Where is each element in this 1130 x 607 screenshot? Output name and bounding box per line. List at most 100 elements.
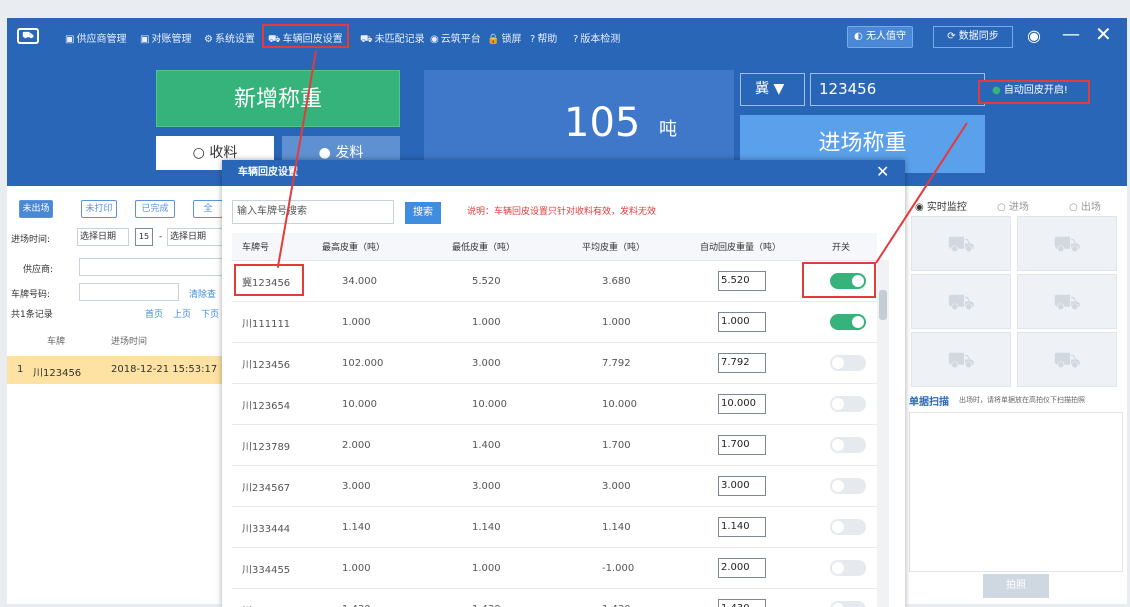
- table-row: 川234567 3.000 3.000 3.000 3.000: [232, 466, 877, 507]
- menu-lock[interactable]: 🔒 锁屏: [487, 30, 521, 45]
- auto-tare-status: ● 自动回皮开启!: [978, 80, 1090, 104]
- first-page-link[interactable]: 首页: [145, 307, 163, 320]
- user-icon[interactable]: ◉: [1027, 26, 1041, 45]
- cell-max: 2.000: [342, 439, 371, 451]
- highlight-box-plate: [234, 264, 304, 296]
- auto-tare-input[interactable]: 3.000: [718, 476, 766, 496]
- auto-tare-input[interactable]: 5.520: [718, 271, 766, 291]
- date-from-input[interactable]: 选择日期: [77, 228, 129, 246]
- record-list-panel: 未出场 未打印 已完成 全 进场时间: 选择日期 15 - 选择日期 供应商: …: [7, 186, 232, 604]
- camera-icon: ⛟: [911, 216, 1011, 271]
- menu-label: 云筑平台: [440, 34, 481, 45]
- plate-input[interactable]: 123456: [810, 73, 985, 106]
- tare-switch[interactable]: [830, 396, 866, 412]
- chevron-down-icon: ▼: [773, 81, 785, 97]
- time-label: 进场时间:: [11, 235, 51, 245]
- cell-avg: 1.140: [602, 521, 631, 533]
- shoot-button[interactable]: 拍照: [983, 574, 1049, 598]
- table-row: 川123654 10.000 10.000 10.000 10.000: [232, 384, 877, 425]
- cell-min: 3.000: [472, 357, 501, 369]
- auto-tare-input[interactable]: 2.000: [718, 558, 766, 578]
- auto-tare-input[interactable]: 1.700: [718, 435, 766, 455]
- table-row: 川123456 102.000 3.000 7.792 7.792: [232, 343, 877, 384]
- cell-avg: -1.000: [602, 562, 635, 574]
- tare-switch[interactable]: [830, 601, 866, 607]
- date-to-input[interactable]: 选择日期: [167, 228, 227, 246]
- table-row: 川343434 1.430 1.430 1.430 1.430: [232, 589, 877, 607]
- tare-switch[interactable]: [830, 437, 866, 453]
- tare-switch[interactable]: [830, 314, 866, 330]
- clear-link[interactable]: 清除查: [189, 287, 216, 300]
- plate-filter-input[interactable]: [79, 283, 179, 301]
- menu-reconcile[interactable]: ▣ 对账管理: [140, 30, 191, 45]
- cell-plate: 川333444: [242, 523, 291, 535]
- tab-unprinted[interactable]: 未打印: [81, 200, 117, 218]
- cell-max: 1.000: [342, 316, 371, 328]
- reconcile-icon: ▣: [140, 34, 150, 45]
- cell-avg: 3.000: [602, 480, 631, 492]
- close-icon[interactable]: ✕: [1095, 22, 1112, 46]
- menu-version[interactable]: ? 版本检测: [573, 30, 620, 45]
- cell-max: 1.000: [342, 562, 371, 574]
- close-icon[interactable]: ✕: [876, 162, 889, 181]
- tab-all[interactable]: 全: [193, 200, 223, 218]
- tab-completed[interactable]: 已完成: [135, 200, 175, 218]
- highlight-box-switch: [802, 262, 876, 298]
- radio-exit[interactable]: ○ 出场: [1069, 198, 1101, 213]
- cell-plate: 川111111: [242, 318, 291, 330]
- scrollbar[interactable]: [877, 260, 889, 607]
- cell-min: 1.430: [472, 589, 501, 607]
- tare-switch[interactable]: [830, 355, 866, 371]
- plate-label: 车牌号码:: [11, 290, 51, 300]
- table-row: 川123789 2.000 1.400 1.700 1.700: [232, 425, 877, 466]
- province-value: 冀: [755, 81, 769, 97]
- auto-tare-input[interactable]: 1.140: [718, 517, 766, 537]
- menu-label: 未匹配记录: [374, 34, 425, 45]
- auto-tare-input[interactable]: 1.000: [718, 312, 766, 332]
- supplier-icon: ▣: [65, 34, 75, 45]
- unattended-button[interactable]: ◐ 无人值守: [847, 26, 913, 48]
- radio-enter[interactable]: ○ 进场: [997, 198, 1029, 213]
- menu-supplier[interactable]: ▣ 供应商管理: [65, 30, 126, 45]
- province-select[interactable]: 冀 ▼: [740, 73, 805, 106]
- radio-label: 出场: [1080, 202, 1101, 213]
- title-bar: ⛟ ▣ 供应商管理 ▣ 对账管理 ⚙ 系统设置 ⛟ 车辆回皮设置 ⛟ 未匹配记录 ◉ 云筑平…: [7, 18, 1127, 60]
- auto-tare-input[interactable]: 7.792: [718, 353, 766, 373]
- minimize-icon[interactable]: —: [1062, 24, 1080, 45]
- check-icon: ●: [992, 85, 1001, 96]
- dialog-note: 说明：车辆回皮设置只针对收料有效，发料无效: [467, 207, 657, 217]
- auto-tare-input[interactable]: 10.000: [718, 394, 766, 414]
- search-button[interactable]: 搜索: [405, 202, 441, 224]
- switch-knob: [832, 562, 844, 574]
- cell-max: 1.140: [342, 521, 371, 533]
- scrollbar-thumb[interactable]: [879, 290, 887, 320]
- tare-switch[interactable]: [830, 519, 866, 535]
- radio-realtime[interactable]: ◉ 实时监控: [915, 198, 967, 213]
- calendar-icon[interactable]: 15: [135, 228, 153, 246]
- date-separator: -: [159, 232, 163, 242]
- tare-switch[interactable]: [830, 478, 866, 494]
- search-input[interactable]: 输入车牌号搜索: [232, 200, 394, 224]
- cell-plate: 川123789: [242, 441, 291, 453]
- table-row[interactable]: 1 川123456 2018-12-21 15:53:17: [7, 356, 232, 384]
- menu-vehicle-tare[interactable]: ⛟ 车辆回皮设置: [262, 24, 349, 48]
- cell-plate: 川123654: [242, 400, 291, 412]
- tab-not-exited[interactable]: 未出场: [19, 200, 53, 218]
- supplier-label: 供应商:: [23, 265, 54, 275]
- weight-value: 105: [564, 100, 641, 146]
- table-row: 川333444 1.140 1.140 1.140 1.140: [232, 507, 877, 548]
- next-page-link[interactable]: 下页: [201, 307, 219, 320]
- auto-tare-input[interactable]: 1.430: [718, 599, 766, 607]
- new-weigh-button[interactable]: 新增称重: [156, 70, 400, 127]
- menu-help[interactable]: ? 帮助: [530, 30, 557, 45]
- menu-unmatched[interactable]: ⛟ 未匹配记录: [360, 30, 425, 47]
- prev-page-link[interactable]: 上页: [173, 307, 191, 320]
- menu-cloud[interactable]: ◉ 云筑平台: [430, 30, 481, 45]
- menu-settings[interactable]: ⚙ 系统设置: [204, 30, 255, 45]
- supplier-input[interactable]: [79, 258, 232, 276]
- dialog-title: 车辆回皮设置: [222, 160, 905, 186]
- tare-switch[interactable]: [830, 560, 866, 576]
- data-sync-button[interactable]: ⟳ 数据同步: [933, 26, 1013, 48]
- monitor-panel: ◉ 实时监控 ○ 进场 ○ 出场 ⛟ ⛟ ⛟ ⛟ ⛟ ⛟ 单据扫描 出场时，请将…: [905, 186, 1127, 604]
- cell-min: 1.140: [472, 521, 501, 533]
